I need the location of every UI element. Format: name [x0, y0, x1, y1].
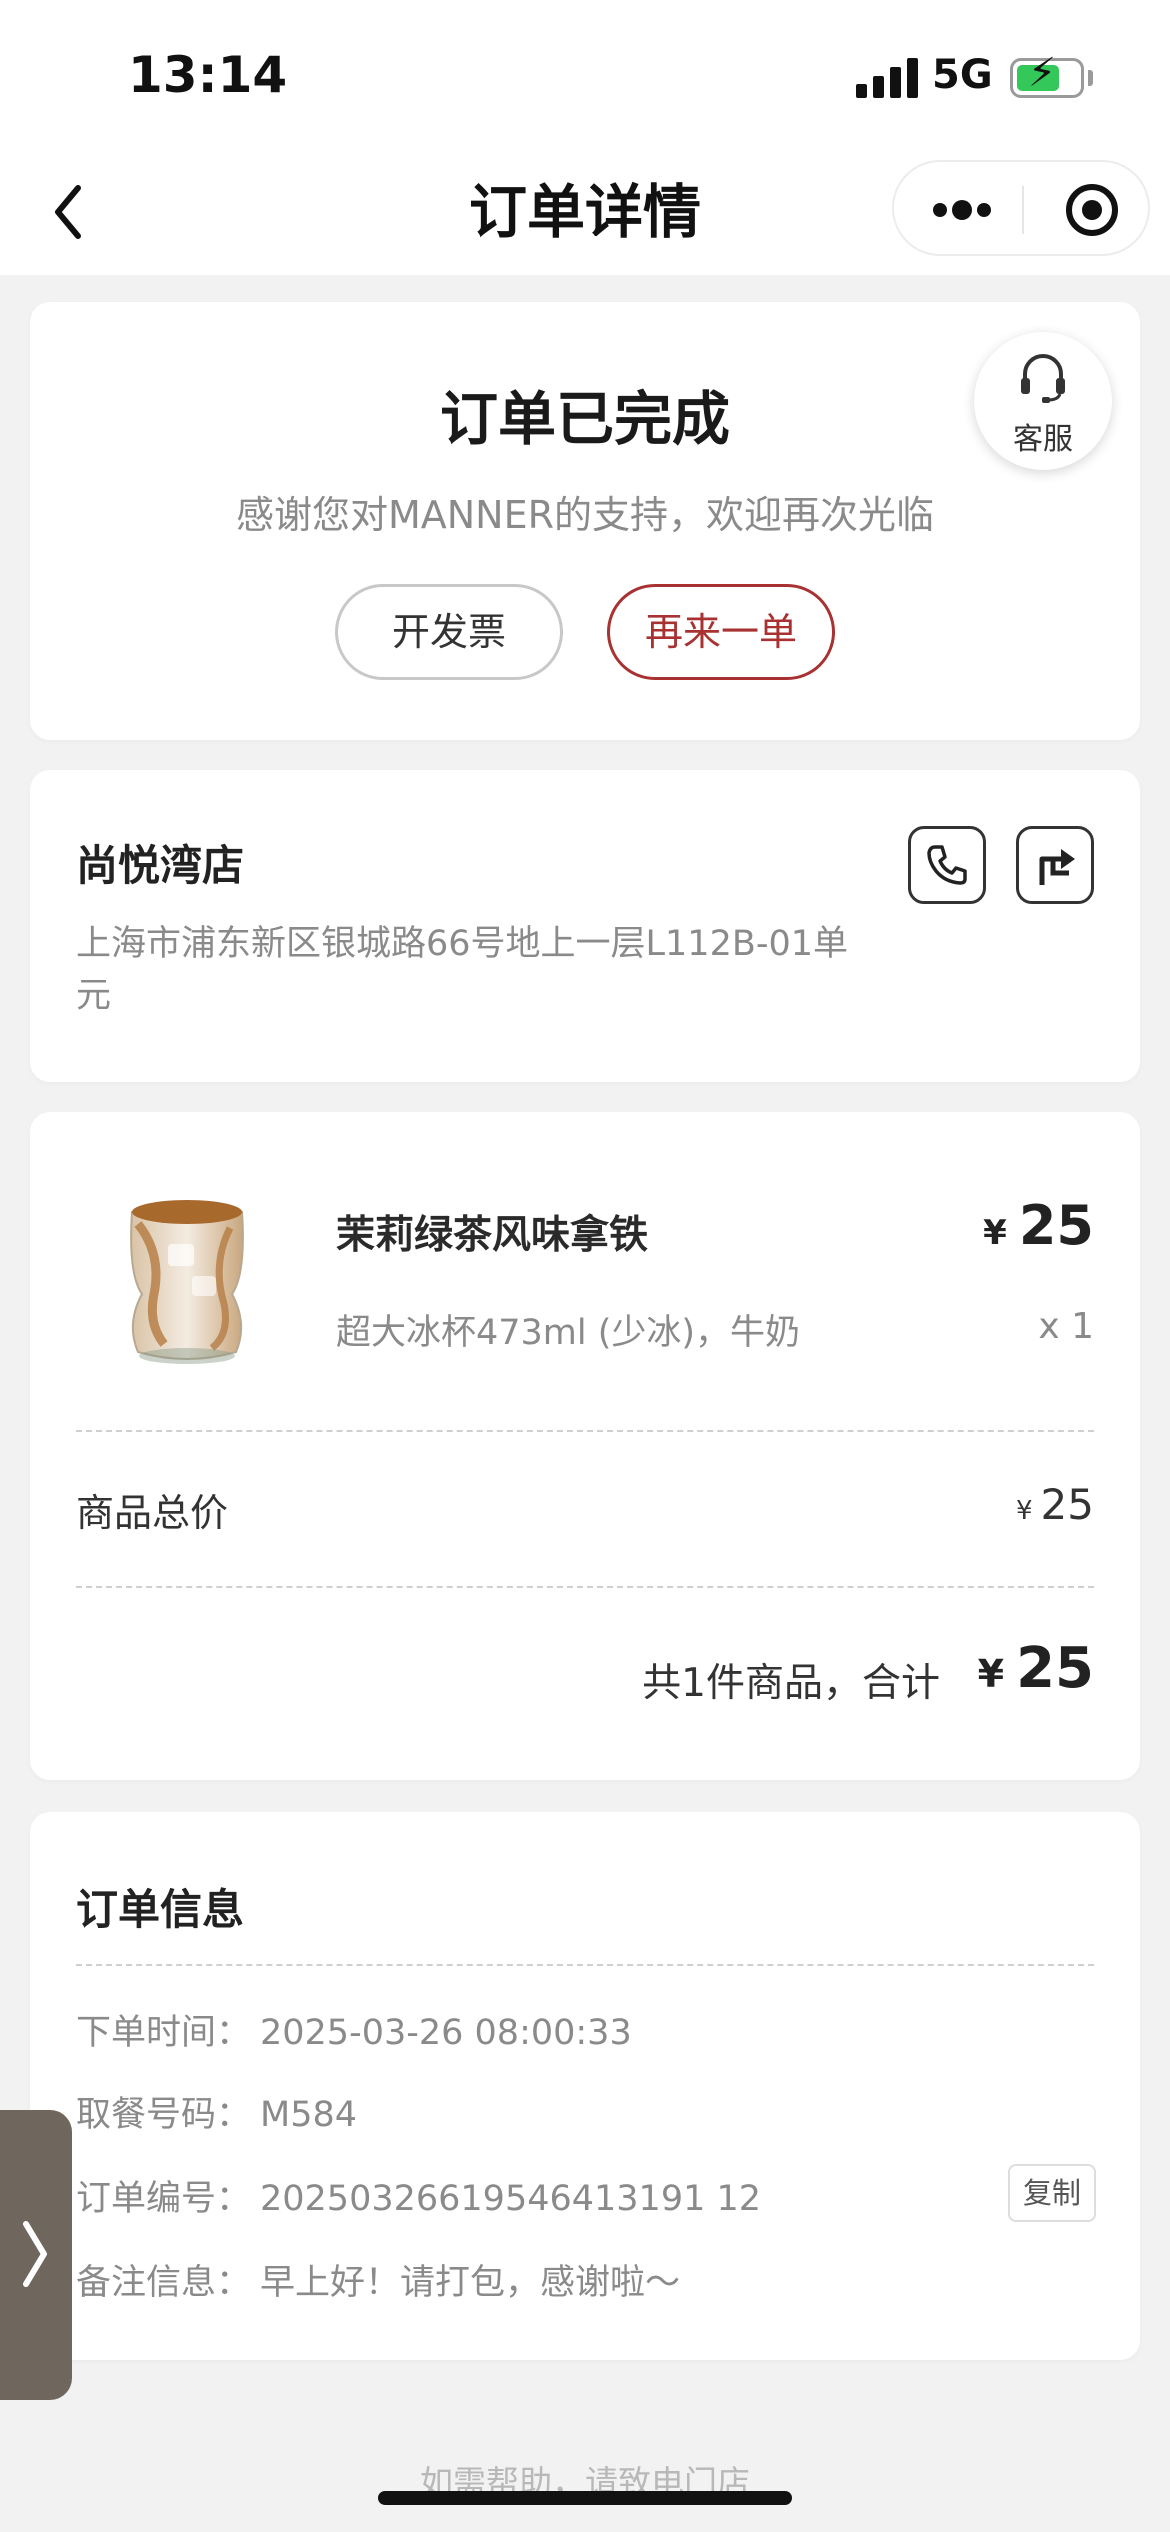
invoice-button[interactable]: 开发票 [335, 584, 563, 680]
total-value: ¥25 [978, 1636, 1094, 1701]
remark-row: 备注信息： 早上好！请打包，感谢啦～ [76, 2254, 680, 2305]
info-key: 订单编号： [76, 2179, 252, 2219]
order-info-title: 订单信息 [76, 1885, 245, 1934]
product-name: 茉莉绿茶风味拿铁 [336, 1213, 649, 1258]
currency-symbol: ¥ [977, 1652, 1005, 1696]
divider [76, 1586, 1094, 1588]
phone-icon [927, 845, 967, 885]
customer-service-button[interactable]: 客服 [974, 332, 1112, 470]
divider [76, 1964, 1094, 1966]
mini-program-capsule [892, 160, 1150, 256]
divider [76, 1430, 1094, 1432]
call-store-button[interactable] [908, 826, 986, 904]
signal-icon [856, 58, 918, 98]
directions-icon [1039, 849, 1075, 885]
target-icon [1066, 184, 1118, 236]
status-time: 13:14 [128, 46, 288, 104]
side-drawer-handle[interactable] [0, 2110, 72, 2400]
store-name: 尚悦湾店 [76, 841, 245, 890]
charging-icon: ⚡ [1028, 50, 1057, 96]
currency-symbol: ¥ [983, 1213, 1007, 1253]
currency-symbol: ¥ [1016, 1496, 1033, 1526]
close-button[interactable] [1044, 180, 1140, 240]
order-status-card: 订单已完成 感谢您对MANNER的支持，欢迎再次光临 开发票 再来一单 客服 [30, 302, 1140, 740]
navigate-store-button[interactable] [1016, 826, 1094, 904]
total-amount: 25 [1016, 1636, 1094, 1701]
more-dots-icon [933, 200, 991, 220]
subtotal-value: ¥25 [1016, 1480, 1094, 1529]
network-label: 5G [932, 52, 993, 98]
info-key: 下单时间： [76, 2013, 252, 2053]
product-card: 茉莉绿茶风味拿铁 超大冰杯473ml (少冰)，牛奶 ¥25 x 1 商品总价 … [30, 1112, 1140, 1780]
pickup-number-row: 取餐号码： M584 [76, 2086, 357, 2137]
product-options: 超大冰杯473ml (少冰)，牛奶 [336, 1313, 801, 1353]
info-value: M584 [260, 2095, 358, 2135]
order-status-subtitle: 感谢您对MANNER的支持，欢迎再次光临 [235, 493, 935, 537]
product-price-value: 25 [1018, 1194, 1094, 1257]
info-key: 取餐号码： [76, 2095, 252, 2135]
home-indicator[interactable] [378, 2491, 792, 2505]
status-bar: 13:14 5G ⚡ [0, 0, 1170, 150]
info-value: 2025-03-26 08:00:33 [260, 2013, 632, 2053]
subtotal-label: 商品总价 [76, 1491, 229, 1535]
headset-icon [1021, 354, 1065, 403]
total-label: 共1件商品，合计 [642, 1661, 940, 1706]
product-price: ¥25 [983, 1194, 1094, 1257]
customer-service-label: 客服 [1013, 422, 1073, 457]
copy-order-number-button[interactable]: 复制 [1008, 2164, 1096, 2222]
order-time-row: 下单时间： 2025-03-26 08:00:33 [76, 2004, 632, 2055]
store-card: 尚悦湾店 上海市浦东新区银城路66号地上一层L112B-01单元 [30, 770, 1140, 1082]
info-value: 早上好！请打包，感谢啦～ [260, 2263, 681, 2303]
product-quantity: x 1 [1038, 1306, 1094, 1347]
order-info-card: 订单信息 下单时间： 2025-03-26 08:00:33 取餐号码： M584 … [30, 1812, 1140, 2360]
chevron-right-icon [23, 2221, 47, 2287]
reorder-button[interactable]: 再来一单 [607, 584, 835, 680]
info-key: 备注信息： [76, 2263, 252, 2303]
info-value: 20250326619546413191 12 [260, 2179, 762, 2219]
order-number-row: 订单编号： 20250326619546413191 12 [76, 2170, 761, 2221]
nav-bar: 订单详情 [0, 150, 1170, 275]
battery-cap [1088, 70, 1093, 86]
capsule-divider [1022, 186, 1024, 234]
store-address: 上海市浦东新区银城路66号地上一层L112B-01单元 [76, 924, 849, 1016]
more-button[interactable] [914, 180, 1010, 240]
product-image [130, 1200, 244, 1364]
subtotal-amount: 25 [1040, 1480, 1094, 1529]
